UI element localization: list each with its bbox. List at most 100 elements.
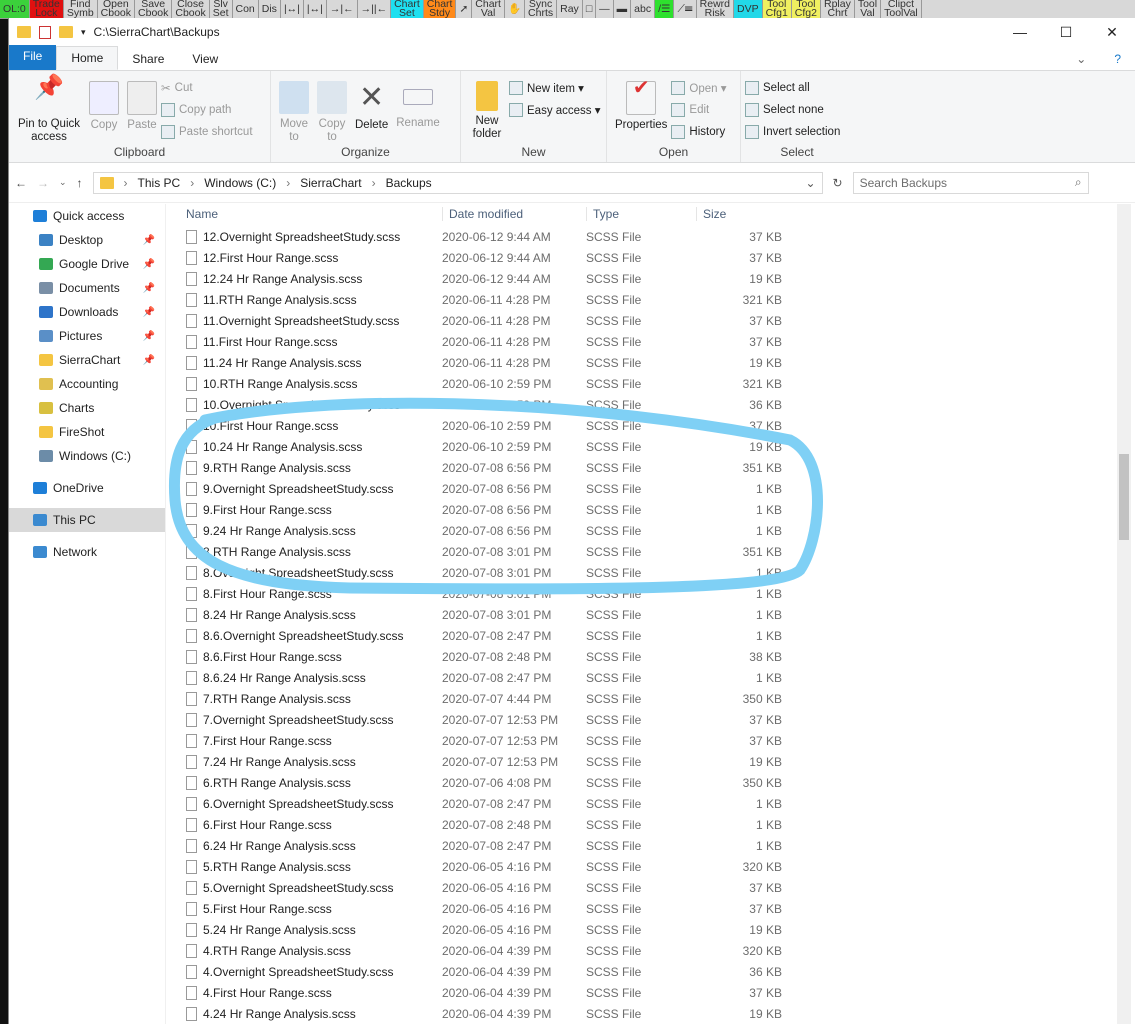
file-row[interactable]: 4.Overnight SpreadsheetStudy.scss 2020-06… — [179, 961, 1135, 982]
sierrachart-toolbar-button[interactable]: ✋ — [505, 0, 526, 18]
edit-button[interactable]: Edit — [671, 101, 726, 119]
easy-access-button[interactable]: Easy access ▾ — [509, 101, 601, 119]
sierrachart-toolbar-button[interactable]: ▬ — [614, 0, 632, 18]
sierrachart-toolbar-button[interactable]: Find Symb — [64, 0, 98, 18]
nav-item[interactable]: Downloads 📌 — [9, 300, 165, 324]
tab-share[interactable]: Share — [118, 48, 178, 70]
sierrachart-toolbar-button[interactable]: Tool Cfg1 — [762, 0, 792, 18]
invert-selection-button[interactable]: Invert selection — [745, 123, 840, 141]
sierrachart-toolbar-button[interactable]: Clipct ToolVal — [881, 0, 922, 18]
nav-item[interactable]: Accounting — [9, 372, 165, 396]
file-row[interactable]: 12.24 Hr Range Analysis.scss 2020-06-12 9… — [179, 268, 1135, 289]
close-button[interactable]: ✕ — [1089, 24, 1135, 41]
sierrachart-toolbar-button[interactable]: OL:0 — [0, 0, 30, 18]
file-row[interactable]: 7.Overnight SpreadsheetStudy.scss 2020-07… — [179, 709, 1135, 730]
delete-button[interactable]: ✕ Delete — [351, 75, 392, 144]
address-bar[interactable]: › This PC › Windows (C:) › SierraChart › Ba… — [92, 171, 823, 194]
paste-shortcut-button[interactable]: Paste shortcut — [161, 123, 253, 141]
file-row[interactable]: 8.6.Overnight SpreadsheetStudy.scss 2020-… — [179, 625, 1135, 646]
sierrachart-toolbar-button[interactable]: □ — [583, 0, 597, 18]
sierrachart-toolbar-button[interactable]: Ray — [557, 0, 583, 18]
file-row[interactable]: 9.RTH Range Analysis.scss 2020-07-08 6:56… — [179, 457, 1135, 478]
help-icon[interactable]: ? — [1100, 48, 1135, 70]
file-row[interactable]: 10.First Hour Range.scss 2020-06-10 2:59 … — [179, 415, 1135, 436]
sierrachart-toolbar-button[interactable]: Close Cbook — [172, 0, 210, 18]
minimize-button[interactable]: — — [997, 24, 1043, 41]
file-row[interactable]: 12.Overnight SpreadsheetStudy.scss 2020-0… — [179, 226, 1135, 247]
sierrachart-toolbar-button[interactable]: Rplay Chrt — [821, 0, 855, 18]
sierrachart-toolbar-button[interactable]: Chart Val — [472, 0, 505, 18]
file-row[interactable]: 6.24 Hr Range Analysis.scss 2020-07-08 2:… — [179, 835, 1135, 856]
file-row[interactable]: 10.RTH Range Analysis.scss 2020-06-10 2:5… — [179, 373, 1135, 394]
select-all-button[interactable]: Select all — [745, 79, 840, 97]
nav-item[interactable]: FireShot — [9, 420, 165, 444]
sierrachart-toolbar-button[interactable]: ⟋☰ — [674, 0, 697, 18]
tab-file[interactable]: File — [9, 45, 57, 70]
sierrachart-toolbar-button[interactable]: Slv Set — [210, 0, 233, 18]
sierrachart-toolbar-button[interactable]: DVP — [734, 0, 763, 18]
file-row[interactable]: 7.24 Hr Range Analysis.scss 2020-07-07 12… — [179, 751, 1135, 772]
file-row[interactable]: 8.First Hour Range.scss 2020-07-08 3:01 P… — [179, 583, 1135, 604]
copy-button[interactable]: Copy — [85, 75, 123, 144]
properties-qat-icon[interactable] — [39, 25, 51, 39]
file-row[interactable]: 8.RTH Range Analysis.scss 2020-07-08 3:01… — [179, 541, 1135, 562]
sierrachart-toolbar-button[interactable]: — — [596, 0, 614, 18]
file-row[interactable]: 4.24 Hr Range Analysis.scss 2020-06-04 4:… — [179, 1003, 1135, 1024]
pin-quick-access-button[interactable]: 📌 Pin to Quick access — [13, 75, 85, 144]
paste-button[interactable]: Paste — [123, 75, 161, 144]
file-row[interactable]: 8.6.24 Hr Range Analysis.scss 2020-07-08 … — [179, 667, 1135, 688]
file-row[interactable]: 10.24 Hr Range Analysis.scss 2020-06-10 2… — [179, 436, 1135, 457]
tab-view[interactable]: View — [178, 48, 232, 70]
nav-item[interactable]: Desktop 📌 — [9, 228, 165, 252]
file-row[interactable]: 7.First Hour Range.scss 2020-07-07 12:53 … — [179, 730, 1135, 751]
open-button[interactable]: Open ▾ — [671, 79, 727, 97]
back-arrow-icon[interactable]: ← — [15, 176, 27, 190]
rename-button[interactable]: Rename — [392, 75, 443, 144]
file-row[interactable]: 10.Overnight SpreadsheetStudy.scss 2020-0… — [179, 394, 1135, 415]
file-row[interactable]: 11.Overnight SpreadsheetStudy.scss 2020-0… — [179, 310, 1135, 331]
file-row[interactable]: 8.24 Hr Range Analysis.scss 2020-07-08 3:… — [179, 604, 1135, 625]
file-row[interactable]: 6.Overnight SpreadsheetStudy.scss 2020-07… — [179, 793, 1135, 814]
move-to-button[interactable]: Move to — [275, 75, 313, 144]
nav-item[interactable]: Quick access — [9, 204, 165, 228]
file-row[interactable]: 9.24 Hr Range Analysis.scss 2020-07-08 6:… — [179, 520, 1135, 541]
up-arrow-icon[interactable]: ↑ — [77, 176, 83, 190]
file-row[interactable]: 12.First Hour Range.scss 2020-06-12 9:44 … — [179, 247, 1135, 268]
ribbon-expand-icon[interactable]: ⌄ — [1062, 48, 1100, 70]
sierrachart-toolbar-button[interactable]: Save Cbook — [135, 0, 173, 18]
sierrachart-toolbar-button[interactable]: Sync Chrts — [525, 0, 558, 18]
properties-button[interactable]: ✔ Properties — [611, 75, 671, 144]
new-item-button[interactable]: New item ▾ — [509, 79, 601, 97]
nav-item[interactable]: Network — [9, 540, 165, 564]
nav-item[interactable]: Windows (C:) — [9, 444, 165, 468]
file-row[interactable]: 8.Overnight SpreadsheetStudy.scss 2020-07… — [179, 562, 1135, 583]
sierrachart-toolbar-button[interactable]: |↔| — [281, 0, 304, 18]
new-folder-button[interactable]: New folder — [465, 75, 509, 144]
file-row[interactable]: 6.First Hour Range.scss 2020-07-08 2:48 P… — [179, 814, 1135, 835]
sierrachart-toolbar-button[interactable]: →|← — [327, 0, 358, 18]
file-row[interactable]: 5.Overnight SpreadsheetStudy.scss 2020-06… — [179, 877, 1135, 898]
file-row[interactable]: 9.Overnight SpreadsheetStudy.scss 2020-07… — [179, 478, 1135, 499]
address-dropdown-icon[interactable]: ⌄ — [805, 176, 815, 190]
forward-arrow-icon[interactable]: → — [37, 176, 49, 190]
select-none-button[interactable]: Select none — [745, 101, 840, 119]
new-folder-qat-icon[interactable] — [59, 26, 73, 38]
file-row[interactable]: 11.RTH Range Analysis.scss 2020-06-11 4:2… — [179, 289, 1135, 310]
tab-home[interactable]: Home — [56, 46, 119, 70]
file-row[interactable]: 5.First Hour Range.scss 2020-06-05 4:16 P… — [179, 898, 1135, 919]
nav-item[interactable]: This PC — [9, 508, 165, 532]
breadcrumb-windows-c[interactable]: Windows (C:) — [204, 176, 276, 190]
column-name[interactable]: Name — [179, 207, 442, 221]
file-row[interactable]: 4.First Hour Range.scss 2020-06-04 4:39 P… — [179, 982, 1135, 1003]
search-input[interactable]: Search Backups ⌕ — [852, 171, 1089, 194]
vertical-scrollbar[interactable] — [1117, 204, 1131, 1024]
sierrachart-toolbar-button[interactable]: Chart Set — [391, 0, 424, 18]
file-row[interactable]: 7.RTH Range Analysis.scss 2020-07-07 4:44… — [179, 688, 1135, 709]
nav-item[interactable]: Documents 📌 — [9, 276, 165, 300]
breadcrumb-this-pc[interactable]: This PC — [138, 176, 181, 190]
sierrachart-toolbar-button[interactable]: abc — [631, 0, 656, 18]
sierrachart-toolbar-button[interactable]: Rewrd Risk — [697, 0, 735, 18]
file-row[interactable]: 11.24 Hr Range Analysis.scss 2020-06-11 4… — [179, 352, 1135, 373]
breadcrumb-backups[interactable]: Backups — [386, 176, 432, 190]
sierrachart-toolbar-button[interactable]: Trade Lock — [29, 0, 64, 18]
